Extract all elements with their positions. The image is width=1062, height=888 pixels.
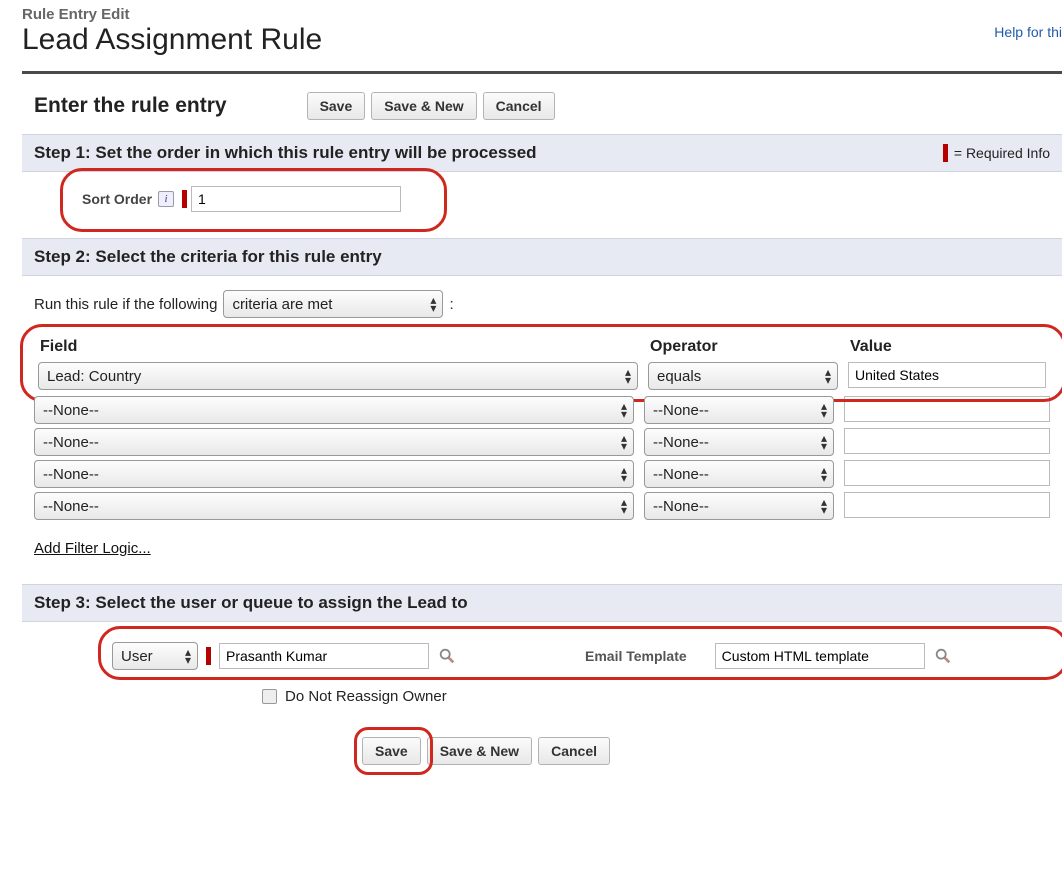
- operator-select-3-value: --None--: [653, 434, 709, 451]
- operator-select-5-value: --None--: [653, 498, 709, 515]
- chevron-updown-icon: ▴▾: [821, 498, 827, 514]
- cancel-button[interactable]: Cancel: [538, 737, 610, 765]
- assignee-input[interactable]: [219, 643, 429, 669]
- value-input-4[interactable]: [844, 460, 1050, 486]
- assignee-type-value: User: [121, 648, 153, 665]
- add-filter-logic-link[interactable]: Add Filter Logic...: [34, 540, 151, 557]
- field-select-1[interactable]: Lead: Country ▴▾: [38, 362, 638, 390]
- sort-order-input[interactable]: [191, 186, 401, 212]
- field-select-3-value: --None--: [43, 434, 99, 451]
- field-select-2[interactable]: --None-- ▴▾: [34, 396, 634, 424]
- required-bar-icon: [943, 144, 948, 162]
- chevron-updown-icon: ▴▾: [821, 466, 827, 482]
- operator-select-1[interactable]: equals ▴▾: [648, 362, 838, 390]
- chevron-updown-icon: ▴▾: [821, 434, 827, 450]
- page-subtitle: Rule Entry Edit: [22, 6, 1062, 23]
- colon: :: [449, 296, 453, 313]
- save-button[interactable]: Save: [362, 737, 421, 765]
- email-template-input[interactable]: [715, 643, 925, 669]
- step1-title: Step 1: Set the order in which this rule…: [34, 143, 537, 163]
- operator-select-3[interactable]: --None-- ▴▾: [644, 428, 834, 456]
- page-title: Lead Assignment Rule: [22, 23, 1062, 57]
- required-legend: = Required Info: [943, 144, 1050, 162]
- chevron-updown-icon: ▴▾: [185, 648, 191, 664]
- field-select-4-value: --None--: [43, 466, 99, 483]
- required-indicator: [206, 647, 211, 665]
- value-input-3[interactable]: [844, 428, 1050, 454]
- chevron-updown-icon: ▴▾: [625, 368, 631, 384]
- operator-select-1-value: equals: [657, 368, 701, 385]
- chevron-updown-icon: ▴▾: [430, 296, 436, 312]
- chevron-updown-icon: ▴▾: [621, 402, 627, 418]
- operator-select-2[interactable]: --None-- ▴▾: [644, 396, 834, 424]
- criteria-mode-value: criteria are met: [232, 296, 332, 313]
- field-select-5-value: --None--: [43, 498, 99, 515]
- run-rule-label: Run this rule if the following: [34, 296, 217, 313]
- do-not-reassign-checkbox[interactable]: [262, 689, 277, 704]
- field-select-4[interactable]: --None-- ▴▾: [34, 460, 634, 488]
- save-and-new-button[interactable]: Save & New: [371, 92, 476, 120]
- do-not-reassign-label: Do Not Reassign Owner: [285, 688, 447, 705]
- help-link[interactable]: Help for thi: [994, 24, 1062, 40]
- sort-order-label: Sort Order: [82, 191, 152, 207]
- save-and-new-button[interactable]: Save & New: [427, 737, 532, 765]
- field-select-2-value: --None--: [43, 402, 99, 419]
- email-template-label: Email Template: [585, 648, 687, 664]
- column-field: Field: [40, 338, 640, 356]
- operator-select-4[interactable]: --None-- ▴▾: [644, 460, 834, 488]
- chevron-updown-icon: ▴▾: [621, 466, 627, 482]
- chevron-updown-icon: ▴▾: [621, 498, 627, 514]
- column-value: Value: [850, 338, 1046, 356]
- step2-title: Step 2: Select the criteria for this rul…: [34, 247, 382, 267]
- field-select-1-value: Lead: Country: [47, 368, 141, 385]
- column-operator: Operator: [650, 338, 840, 356]
- operator-select-5[interactable]: --None-- ▴▾: [644, 492, 834, 520]
- info-icon[interactable]: i: [158, 191, 174, 207]
- operator-select-4-value: --None--: [653, 466, 709, 483]
- operator-select-2-value: --None--: [653, 402, 709, 419]
- required-indicator: [182, 190, 187, 208]
- field-select-5[interactable]: --None-- ▴▾: [34, 492, 634, 520]
- step3-title: Step 3: Select the user or queue to assi…: [34, 593, 468, 613]
- value-input-2[interactable]: [844, 396, 1050, 422]
- save-button[interactable]: Save: [307, 92, 366, 120]
- value-input-5[interactable]: [844, 492, 1050, 518]
- chevron-updown-icon: ▴▾: [821, 402, 827, 418]
- cancel-button[interactable]: Cancel: [483, 92, 555, 120]
- section-header: Enter the rule entry: [34, 94, 227, 118]
- required-legend-text: = Required Info: [954, 145, 1050, 161]
- criteria-mode-select[interactable]: criteria are met ▴▾: [223, 290, 443, 318]
- lookup-icon[interactable]: [933, 646, 953, 666]
- chevron-updown-icon: ▴▾: [621, 434, 627, 450]
- value-input-1[interactable]: [848, 362, 1046, 388]
- lookup-icon[interactable]: [437, 646, 457, 666]
- assignee-type-select[interactable]: User ▴▾: [112, 642, 198, 670]
- field-select-3[interactable]: --None-- ▴▾: [34, 428, 634, 456]
- chevron-updown-icon: ▴▾: [825, 368, 831, 384]
